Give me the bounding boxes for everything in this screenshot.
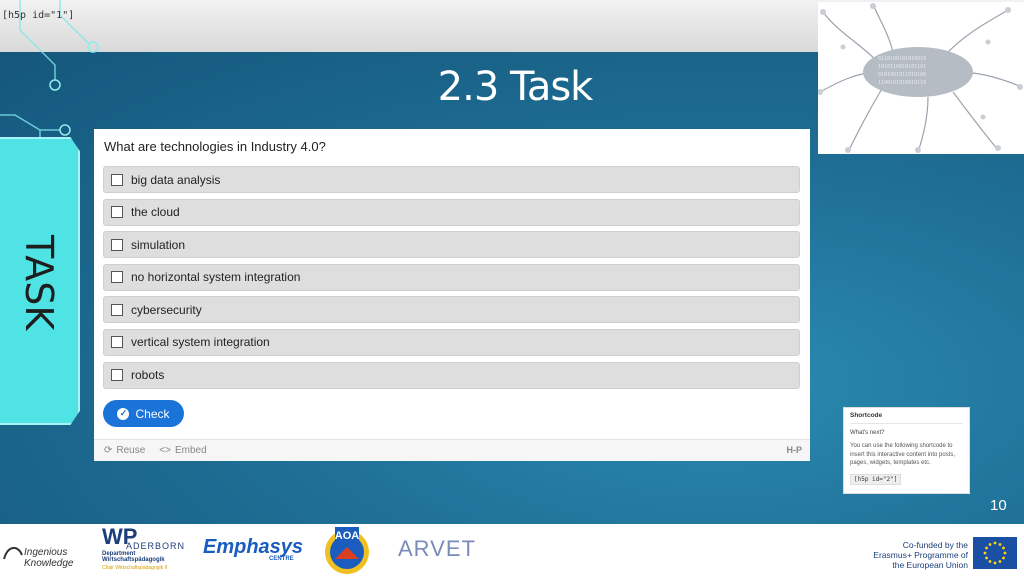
wp-logo-dept: Department Wirtschaftspädagogik	[102, 551, 165, 563]
brain-network-image: 0110100101010010 1010110010101101 010100…	[818, 2, 1024, 154]
h5p-quiz: What are technologies in Industry 4.0? b…	[94, 129, 810, 461]
answer-label: cybersecurity	[131, 302, 202, 317]
answer-label: the cloud	[131, 205, 180, 220]
shortcode-panel-text: You can use the following shortcode to i…	[850, 443, 956, 466]
checkmark-circle-icon: ✓	[117, 407, 130, 420]
question-text: What are technologies in Industry 4.0?	[104, 139, 326, 154]
svg-text:1100101010010110: 1100101010010110	[878, 80, 926, 86]
arvet-logo: ARVET	[398, 536, 475, 566]
checkbox-empty-icon[interactable]	[111, 303, 123, 316]
answer-label: no horizontal system integration	[131, 270, 301, 285]
answer-option[interactable]: no horizontal system integration	[103, 263, 800, 291]
checkbox-empty-icon[interactable]	[111, 206, 123, 219]
paderborn-logo: WP ADERBORN Department Wirtschaftspädago…	[102, 524, 198, 576]
checkbox-empty-icon[interactable]	[111, 369, 123, 382]
emphasys-sub: CENTRE	[269, 556, 294, 562]
wp-logo-foot: Chair Wirtschaftspädagogik II	[102, 565, 168, 571]
h5p-footer: ⟳ Reuse <> Embed H-P	[94, 439, 810, 461]
checkbox-empty-icon[interactable]	[111, 336, 123, 349]
answer-label: robots	[131, 368, 165, 383]
task-tab-label: TASK	[17, 235, 61, 331]
slide: [h5p id="1"] 2.3 Task TASK What are tech…	[0, 0, 1024, 576]
embed-code-icon: <>	[159, 445, 171, 456]
checkbox-empty-icon[interactable]	[111, 271, 123, 284]
reuse-label: Reuse	[116, 445, 146, 456]
answer-label: simulation	[131, 237, 186, 252]
answer-option[interactable]: big data analysis	[103, 166, 800, 193]
h5p-logo[interactable]: H-P	[787, 445, 803, 455]
reuse-icon: ⟳	[104, 445, 113, 456]
answer-option[interactable]: simulation	[103, 231, 800, 259]
aoa-arges-logo: AOA	[323, 525, 371, 575]
answer-label: big data analysis	[131, 172, 221, 187]
answer-option[interactable]: vertical system integration	[103, 328, 800, 356]
answer-list: big data analysis the cloud simulation n…	[103, 166, 800, 394]
shortcode-label: [h5p id="1"]	[2, 10, 75, 21]
answer-option[interactable]: robots	[103, 361, 800, 389]
ingenious-knowledge-logo: Ingenious Knowledge	[2, 538, 98, 569]
shortcode-panel: Shortcode What's next? You can use the f…	[843, 407, 970, 494]
embed-label: Embed	[174, 445, 207, 456]
answer-option[interactable]: cybersecurity	[103, 296, 800, 324]
check-button[interactable]: ✓ Check	[103, 400, 184, 427]
shortcode-panel-title: Shortcode	[850, 412, 963, 424]
shortcode-panel-subtitle: What's next?	[850, 430, 885, 436]
checkbox-empty-icon[interactable]	[111, 238, 123, 251]
reuse-button[interactable]: ⟳ Reuse	[104, 445, 145, 456]
wp-logo-sub: ADERBORN	[126, 541, 186, 551]
checkbox-empty-icon[interactable]	[111, 173, 123, 186]
svg-text:0110100101010010: 0110100101010010	[878, 56, 926, 62]
eu-flag-icon	[973, 537, 1017, 569]
ik-logo-text: Ingenious Knowledge	[24, 547, 74, 569]
svg-text:0101001011010100: 0101001011010100	[878, 72, 926, 78]
slide-number: 10	[990, 497, 1007, 514]
answer-option[interactable]: the cloud	[103, 198, 800, 226]
svg-text:1010110010101101: 1010110010101101	[878, 64, 926, 70]
check-button-label: Check	[135, 406, 170, 421]
emphasys-logo: Emphasys CENTRE	[203, 536, 309, 566]
eu-cofunded-text: Co-funded by the Erasmus+ Programme of t…	[873, 540, 968, 570]
answer-label: vertical system integration	[131, 335, 270, 350]
embed-button[interactable]: <> Embed	[159, 445, 206, 456]
svg-text:AOA: AOA	[335, 530, 360, 542]
arvet-text: ARVET	[398, 536, 476, 561]
slide-title: 2.3 Task	[437, 64, 594, 110]
shortcode-code[interactable]: [h5p id="2"]	[850, 473, 902, 485]
